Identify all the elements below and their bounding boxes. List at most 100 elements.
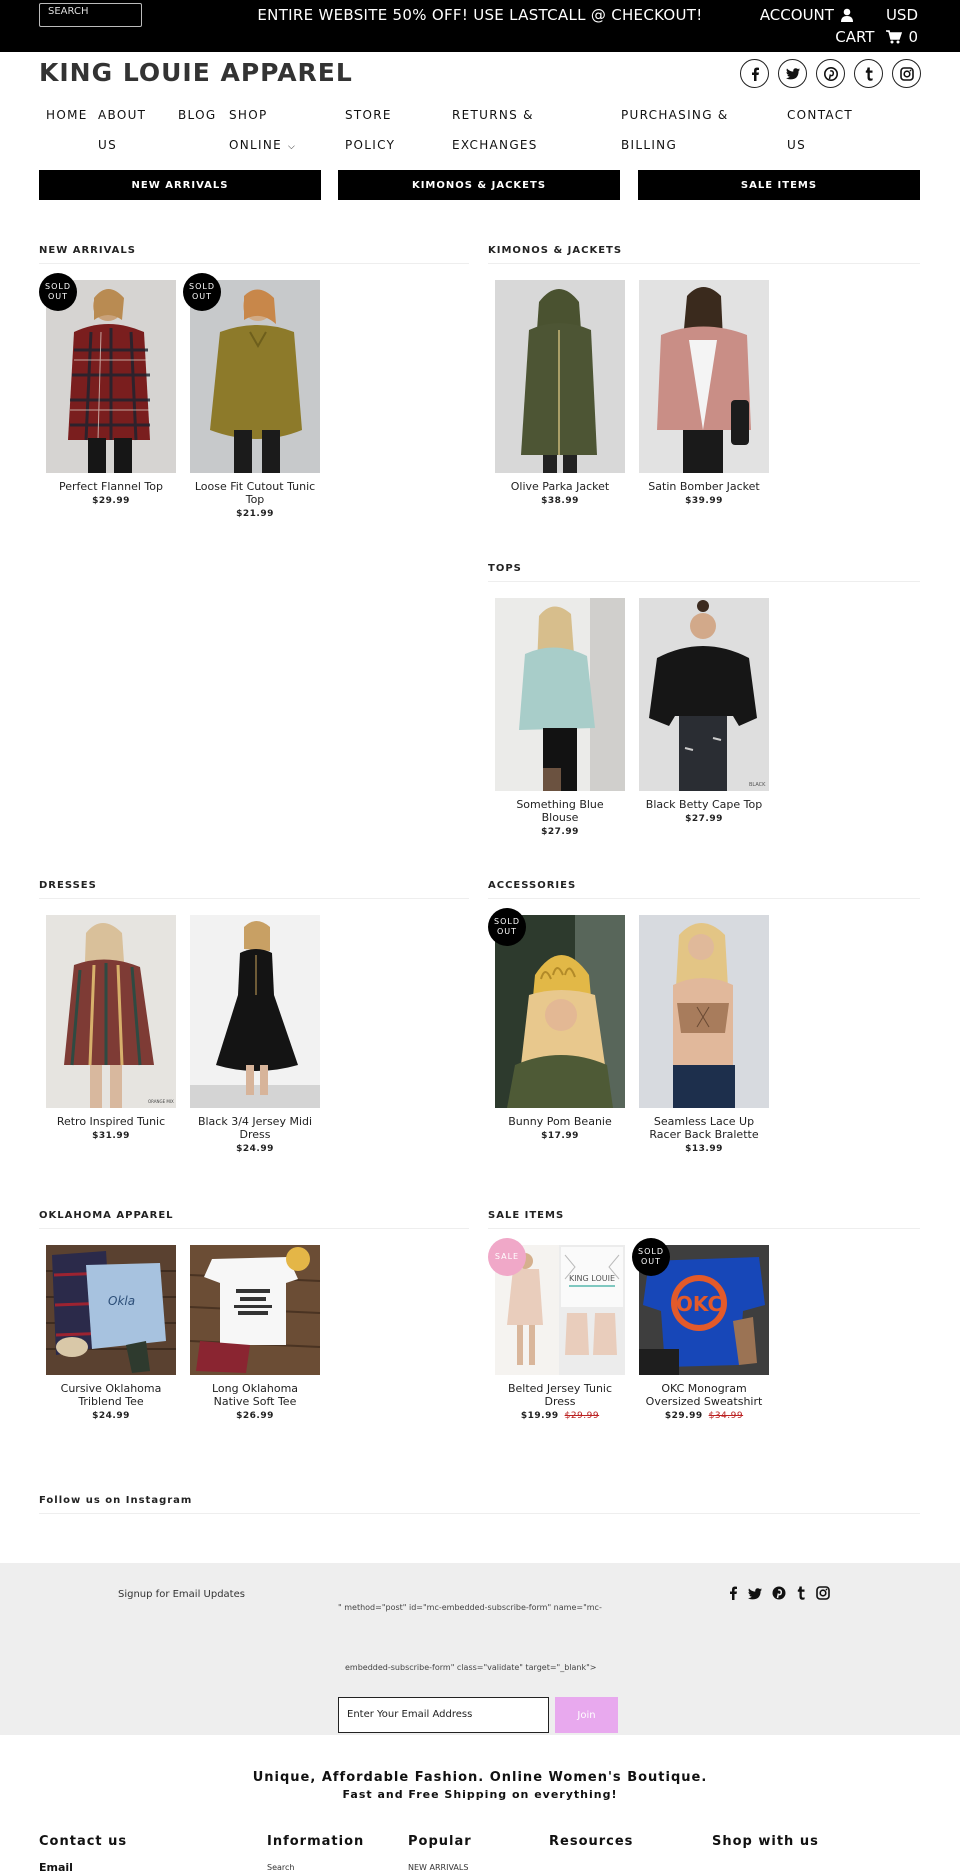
- product-name[interactable]: Perfect Flannel Top: [46, 480, 176, 493]
- twitter-icon[interactable]: [778, 59, 807, 88]
- facebook-icon[interactable]: [740, 59, 769, 88]
- product-price: $17.99: [541, 1131, 579, 1141]
- product-name[interactable]: Black Betty Cape Top: [639, 798, 769, 811]
- product-image[interactable]: [639, 280, 769, 473]
- product-image[interactable]: BLACK: [639, 598, 769, 791]
- new-arrivals-button[interactable]: NEW ARRIVALS: [39, 170, 321, 200]
- nav-home[interactable]: HOME: [46, 100, 88, 130]
- svg-text:ORANGE MIX: ORANGE MIX: [148, 1099, 174, 1104]
- product-card[interactable]: SOLD OUT Perfect Flannel Top $29.99: [39, 273, 176, 506]
- product-card[interactable]: SALE KING LOUIE Belted Jersey Tunic Dres…: [488, 1238, 625, 1421]
- newsletter-section: Signup for Email Updates " method="post"…: [0, 1563, 960, 1735]
- original-price: $29.99: [564, 1411, 600, 1421]
- user-icon[interactable]: [840, 8, 854, 22]
- product-card[interactable]: BLACK Black Betty Cape Top $27.99: [639, 598, 769, 824]
- product-card[interactable]: SOLD OUT OKC OKC Monogram Oversized Sweat…: [632, 1238, 769, 1421]
- product-name[interactable]: Black 3/4 Jersey Midi Dress: [190, 1115, 320, 1141]
- section-title: DRESSES: [39, 880, 469, 899]
- product-name[interactable]: Loose Fit Cutout Tunic Top: [190, 480, 320, 506]
- footer-shop-with-us-column: Shop with us: [712, 1834, 819, 1849]
- email-field[interactable]: Enter Your Email Address: [338, 1697, 549, 1733]
- product-card[interactable]: Long Oklahoma Native Soft Tee $26.99: [190, 1245, 320, 1421]
- product-name[interactable]: Something Blue Blouse: [495, 798, 625, 824]
- instagram-icon[interactable]: [892, 59, 921, 88]
- product-name[interactable]: Belted Jersey Tunic Dress: [495, 1382, 625, 1408]
- sold-out-badge: SOLD OUT: [632, 1238, 670, 1276]
- nav-home-label: HOME: [46, 108, 88, 122]
- product-image[interactable]: [190, 915, 320, 1108]
- cart-link[interactable]: CART 0: [835, 28, 918, 46]
- nav-store-label-2: POLICY: [345, 138, 396, 152]
- footer-tagline: Unique, Affordable Fashion. Online Women…: [252, 1770, 708, 1785]
- search-input[interactable]: SEARCH: [39, 3, 142, 27]
- product-name[interactable]: Cursive Oklahoma Triblend Tee: [46, 1382, 176, 1408]
- nav-contact-label-2: US: [787, 138, 807, 152]
- currency-selector[interactable]: USD: [886, 6, 918, 24]
- twitter-icon[interactable]: [748, 1585, 762, 1604]
- section-title: TOPS: [488, 563, 920, 582]
- tumblr-icon[interactable]: [854, 59, 883, 88]
- footer-column-title: Information: [267, 1834, 365, 1849]
- svg-text:BLACK: BLACK: [749, 782, 766, 788]
- product-image[interactable]: ORANGE MIX: [46, 915, 176, 1108]
- product-card[interactable]: SOLD OUT Loose Fit Cutout Tunic Top $21.9…: [183, 273, 320, 519]
- pinterest-icon[interactable]: [772, 1585, 786, 1604]
- nav-about-us[interactable]: ABOUT US: [98, 100, 146, 160]
- product-name[interactable]: Satin Bomber Jacket: [639, 480, 769, 493]
- section-title: KIMONOS & JACKETS: [488, 245, 920, 264]
- nav-purchasing-billing[interactable]: PURCHASING & BILLING: [621, 100, 729, 160]
- original-price: $34.99: [708, 1411, 744, 1421]
- product-card[interactable]: Olive Parka Jacket $38.99: [495, 280, 625, 506]
- nav-returns-label-1: RETURNS &: [452, 108, 534, 122]
- product-card[interactable]: Okla Cursive Oklahoma Triblend Tee $24.9…: [46, 1245, 176, 1421]
- nav-contact-us[interactable]: CONTACT US: [787, 100, 853, 160]
- nav-shop-online[interactable]: SHOP ONLINE ⌵: [229, 100, 296, 162]
- product-card[interactable]: SOLD OUT Bunny Pom Beanie $17.99: [488, 908, 625, 1141]
- sale-badge: SALE: [488, 1238, 526, 1276]
- tumblr-icon[interactable]: [796, 1585, 806, 1604]
- join-button[interactable]: Join: [555, 1697, 618, 1733]
- sale-items-button[interactable]: SALE ITEMS: [638, 170, 920, 200]
- instagram-icon[interactable]: [816, 1585, 830, 1604]
- instagram-title: Follow us on Instagram: [39, 1495, 920, 1514]
- product-card[interactable]: ORANGE MIX Retro Inspired Tunic $31.99: [46, 915, 176, 1141]
- pinterest-icon[interactable]: [816, 59, 845, 88]
- product-card[interactable]: Satin Bomber Jacket $39.99: [639, 280, 769, 506]
- promo-text[interactable]: ENTIRE WEBSITE 50% OFF! USE LASTCALL @ C…: [257, 6, 702, 24]
- product-name[interactable]: Olive Parka Jacket: [495, 480, 625, 493]
- nav-blog[interactable]: BLOG: [178, 100, 216, 130]
- account-link[interactable]: ACCOUNT: [760, 6, 834, 24]
- section-accessories: ACCESSORIES SOLD OUT Bunny Pom Beanie $17…: [488, 880, 920, 1159]
- sold-out-badge: SOLD OUT: [39, 273, 77, 311]
- product-image[interactable]: [495, 598, 625, 791]
- product-name[interactable]: Seamless Lace Up Racer Back Bralette: [639, 1115, 769, 1141]
- newsletter-social-links: [728, 1585, 830, 1604]
- footer-column-title: Contact us: [39, 1834, 128, 1849]
- product-card[interactable]: Something Blue Blouse $27.99: [495, 598, 625, 837]
- kimonos-jackets-button[interactable]: KIMONOS & JACKETS: [338, 170, 620, 200]
- product-name[interactable]: OKC Monogram Oversized Sweatshirt: [639, 1382, 769, 1408]
- product-image[interactable]: [495, 280, 625, 473]
- product-image[interactable]: Okla: [46, 1245, 176, 1375]
- product-card[interactable]: Black 3/4 Jersey Midi Dress $24.99: [190, 915, 320, 1154]
- site-logo[interactable]: KING LOUIE APPAREL: [39, 58, 353, 87]
- nav-store-policy[interactable]: STORE POLICY: [345, 100, 395, 160]
- product-price: $38.99: [541, 496, 579, 506]
- footer-link-new-arrivals[interactable]: NEW ARRIVALS: [408, 1863, 472, 1872]
- product-price: $31.99: [92, 1131, 130, 1141]
- footer-resources-column: Resources: [549, 1834, 633, 1849]
- footer-column-title: Resources: [549, 1834, 634, 1849]
- facebook-icon[interactable]: [728, 1585, 738, 1604]
- product-name[interactable]: Long Oklahoma Native Soft Tee: [190, 1382, 320, 1408]
- footer-link-search[interactable]: Search: [267, 1863, 364, 1872]
- cart-label: CART: [835, 28, 875, 46]
- footer-contact-column: Contact us Email: [39, 1834, 127, 1874]
- product-card[interactable]: Seamless Lace Up Racer Back Bralette $13…: [639, 915, 769, 1154]
- product-image[interactable]: [190, 1245, 320, 1375]
- announcement-bar: SEARCH ENTIRE WEBSITE 50% OFF! USE LASTC…: [0, 0, 960, 52]
- product-name[interactable]: Retro Inspired Tunic: [46, 1115, 176, 1128]
- product-image[interactable]: [639, 915, 769, 1108]
- product-name[interactable]: Bunny Pom Beanie: [495, 1115, 625, 1128]
- nav-returns-exchanges[interactable]: RETURNS & EXCHANGES: [452, 100, 538, 160]
- newsletter-raw-markup-1: " method="post" id="mc-embedded-subscrib…: [338, 1603, 602, 1612]
